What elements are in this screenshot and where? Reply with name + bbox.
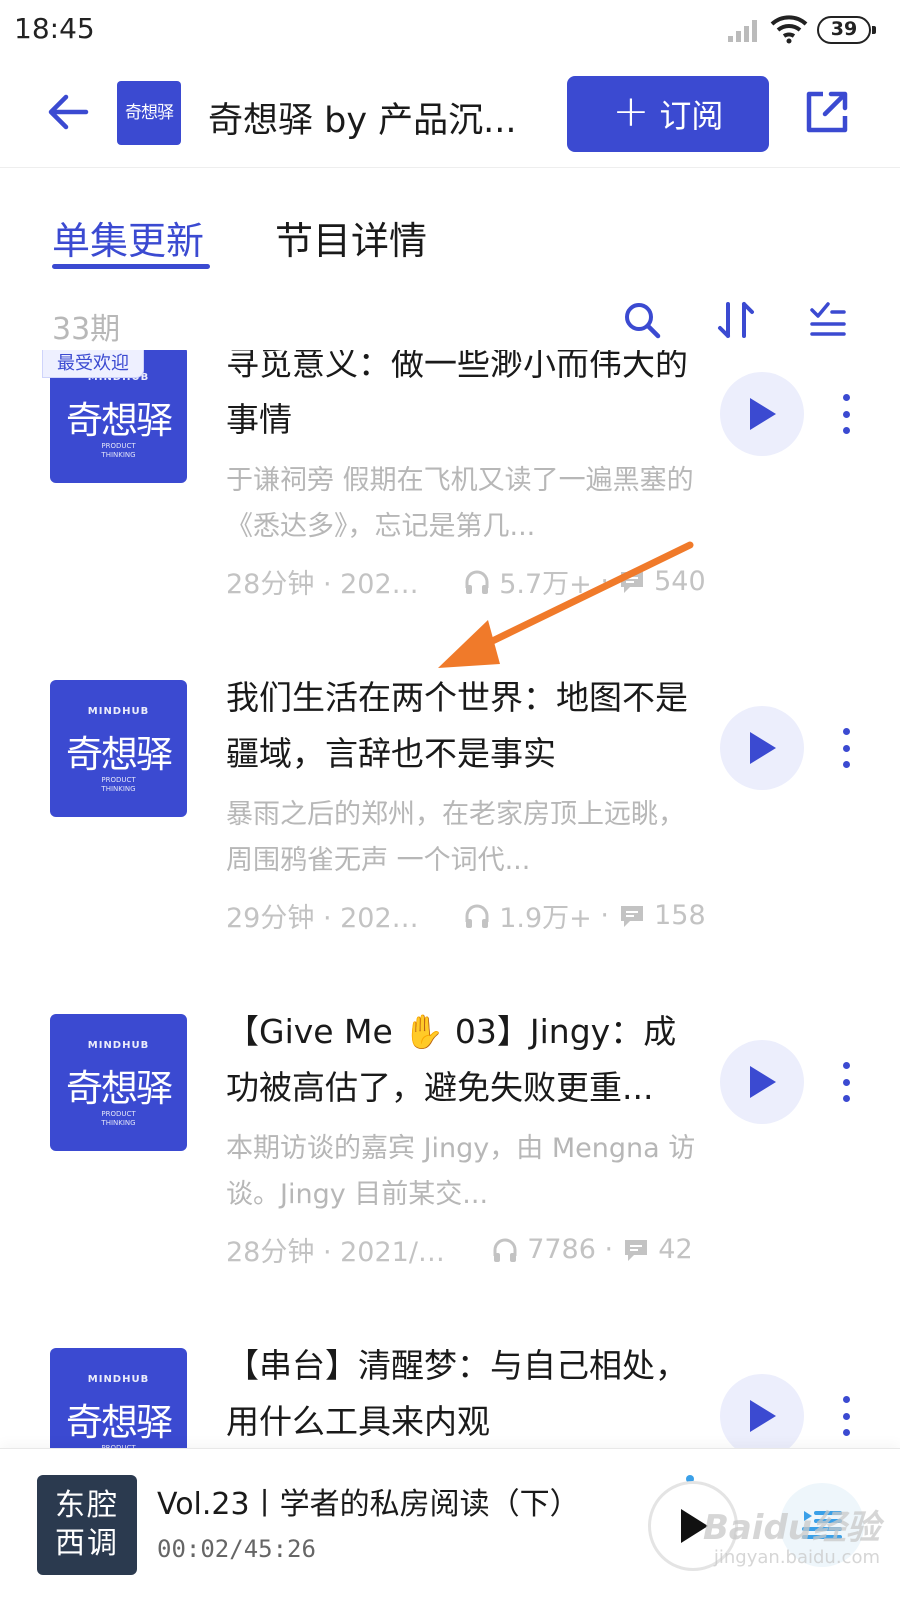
episode-duration-date: 28分钟 · 2021/0... bbox=[226, 1237, 454, 1268]
comment-icon bbox=[624, 1239, 647, 1261]
headphones-icon bbox=[465, 904, 489, 928]
episode-title[interactable]: 【Give Me ✋ 03】Jingy：成功被高估了，避免失败更重... bbox=[226, 1004, 696, 1116]
episode-item[interactable]: MINDHUB 奇想驿 PRODUCTTHINKING 【串台】清醒梦：与自己相… bbox=[0, 1338, 900, 1448]
cover-brand-top: MINDHUB bbox=[87, 1040, 150, 1051]
episode-meta: 28分钟 · 2021/0... 7786 · 42 bbox=[226, 1230, 696, 1269]
episode-cover: MINDHUB 奇想驿 PRODUCTTHINKING bbox=[50, 680, 187, 817]
now-playing-title: Vol.23丨学者的私房阅读（下） bbox=[157, 1487, 580, 1522]
subscribe-label: 订阅 bbox=[659, 97, 724, 135]
more-options-icon[interactable] bbox=[834, 1062, 858, 1102]
playlist-icon bbox=[802, 1511, 842, 1539]
tab-bar: 单集更新 节目详情 bbox=[0, 168, 900, 278]
more-options-icon[interactable] bbox=[834, 728, 858, 768]
plus-icon: + bbox=[612, 86, 650, 137]
play-button[interactable] bbox=[720, 1374, 804, 1448]
episode-count: 33期 bbox=[52, 312, 121, 347]
sort-icon[interactable] bbox=[716, 300, 756, 340]
tab-program-details[interactable]: 节目详情 bbox=[275, 210, 427, 265]
cover-brand-bottom: PRODUCTTHINKING bbox=[101, 776, 136, 793]
cellular-signal-icon bbox=[728, 20, 757, 42]
more-options-icon[interactable] bbox=[834, 394, 858, 434]
episode-description: 本期访谈的嘉宾 Jingy，由 Mengna 访谈。Jingy 目前某交... bbox=[226, 1133, 696, 1210]
mini-player-play-button[interactable] bbox=[648, 1481, 738, 1571]
active-tab-indicator bbox=[52, 264, 210, 269]
podcast-title: 奇想驿 by 产品沉... bbox=[208, 101, 517, 141]
playlist-button[interactable] bbox=[780, 1483, 864, 1567]
play-count: 7786 bbox=[527, 1234, 596, 1265]
episode-item[interactable]: MINDHUB 奇想驿 PRODUCT THINKING 我们生活在两个世界：地图… bbox=[0, 670, 900, 1010]
episode-cover: MINDHUB 奇想驿 PRODUCTTHINKING bbox=[50, 1348, 187, 1448]
episode-duration-date: 29分钟 · 2021... bbox=[226, 903, 426, 934]
status-bar: 18:45 39 bbox=[0, 0, 900, 62]
back-arrow-icon[interactable] bbox=[44, 88, 92, 136]
tab-episodes[interactable]: 单集更新 bbox=[52, 210, 204, 265]
cover-brand-bottom: PRODUCTTHINKING bbox=[101, 442, 136, 459]
most-popular-badge: 最受欢迎 bbox=[42, 350, 144, 378]
cover-brand-main: 奇想驿 bbox=[66, 1401, 173, 1444]
mini-player[interactable]: 东腔 西调 Vol.23丨学者的私房阅读（下） 00:02/45:26 bbox=[0, 1448, 900, 1600]
comment-count: 158 bbox=[654, 900, 706, 931]
episode-description: 于谦祠旁 假期在飞机又读了一遍黑塞的《悉达多》，忘记是第几... bbox=[226, 465, 694, 542]
episode-title[interactable]: 我们生活在两个世界：地图不是疆域，言辞也不是事实 bbox=[226, 670, 696, 782]
share-icon[interactable] bbox=[803, 88, 851, 136]
play-icon bbox=[750, 398, 776, 430]
cover-brand-main: 奇想驿 bbox=[66, 1067, 173, 1110]
subscribe-button[interactable]: + 订阅 bbox=[567, 76, 769, 152]
episode-meta: 28分钟 · 2021... 5.7万+ · 540 bbox=[226, 562, 706, 601]
episode-title[interactable]: 【串台】清醒梦：与自己相处，用什么工具来内观 bbox=[226, 1338, 696, 1448]
comment-count: 42 bbox=[658, 1234, 693, 1265]
cover-brand-bottom: PRODUCTTHINKING bbox=[101, 1110, 136, 1127]
play-icon bbox=[750, 732, 776, 764]
headphones-icon bbox=[465, 570, 489, 594]
play-button[interactable] bbox=[720, 1040, 804, 1124]
episode-title[interactable]: 寻觅意义：做一些渺小而伟大的事情 bbox=[226, 350, 696, 448]
episode-description: 暴雨之后的郑州，在老家房顶上远眺，周围鸦雀无声 一个词代... bbox=[226, 799, 685, 876]
cover-brand-main: 奇想驿 bbox=[66, 399, 173, 442]
episode-item[interactable]: MINDHUB 奇想驿 PRODUCTTHINKING 最受欢迎 寻觅意义：做一… bbox=[0, 350, 900, 676]
wifi-icon bbox=[770, 15, 808, 44]
play-button[interactable] bbox=[720, 706, 804, 790]
episode-cover: MINDHUB 奇想驿 PRODUCTTHINKING bbox=[50, 1014, 187, 1151]
now-playing-cover: 东腔 西调 bbox=[37, 1475, 137, 1575]
more-options-icon[interactable] bbox=[834, 1396, 858, 1436]
episode-list: MINDHUB 奇想驿 PRODUCTTHINKING 最受欢迎 寻觅意义：做一… bbox=[0, 350, 900, 1448]
batch-select-icon[interactable] bbox=[808, 300, 848, 340]
play-count: 1.9万+ bbox=[499, 903, 592, 934]
episode-item[interactable]: MINDHUB 奇想驿 PRODUCT THINKING 【Give Me ✋ 0… bbox=[0, 1004, 900, 1344]
cover-brand-top: MINDHUB bbox=[87, 706, 150, 717]
play-icon bbox=[681, 1509, 708, 1543]
list-toolbar: 33期 bbox=[0, 290, 900, 350]
cover-brand-top: MINDHUB bbox=[87, 1374, 150, 1385]
play-icon bbox=[750, 1066, 776, 1098]
podcast-cover-thumbnail: 奇想驿 bbox=[117, 81, 181, 145]
podcast-header: 奇想驿 奇想驿 by 产品沉... + 订阅 bbox=[0, 62, 900, 168]
cover-brand-main: 奇想驿 bbox=[66, 733, 173, 776]
play-button[interactable] bbox=[720, 372, 804, 456]
headphones-icon bbox=[493, 1238, 517, 1262]
episode-duration-date: 28分钟 · 2021... bbox=[226, 569, 426, 600]
status-time: 18:45 bbox=[14, 12, 95, 45]
play-count: 5.7万+ bbox=[499, 569, 592, 600]
now-playing-time: 00:02/45:26 bbox=[157, 1535, 316, 1563]
comment-icon bbox=[620, 571, 643, 593]
search-icon[interactable] bbox=[622, 300, 662, 340]
battery-indicator: 39 bbox=[817, 16, 876, 44]
comment-icon bbox=[620, 905, 643, 927]
play-icon bbox=[750, 1400, 776, 1432]
episode-meta: 29分钟 · 2021... 1.9万+ · 158 bbox=[226, 896, 706, 935]
comment-count: 540 bbox=[654, 566, 706, 597]
